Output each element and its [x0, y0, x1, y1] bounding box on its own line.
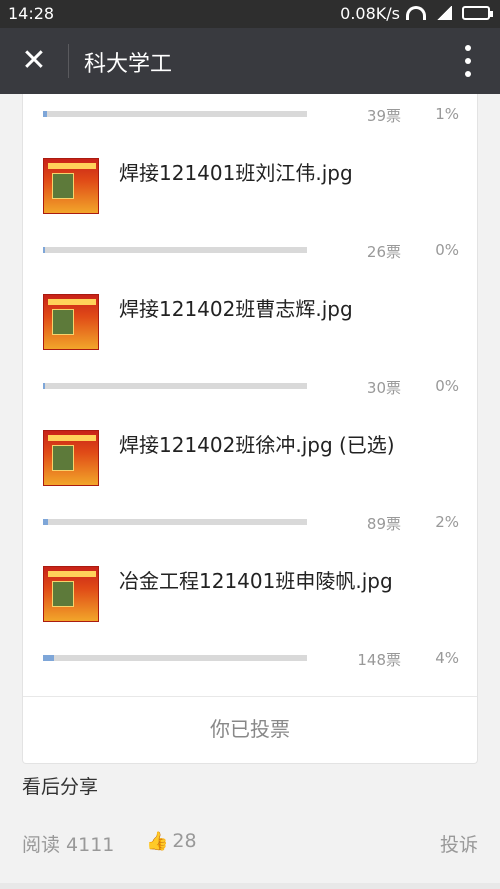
battery-icon: [462, 6, 493, 20]
read-count: 阅读 4111: [22, 834, 115, 856]
more-dot-icon: [465, 71, 471, 77]
more-dot-icon: [465, 58, 471, 64]
vote-bar-fill: [43, 519, 49, 525]
close-button[interactable]: ✕: [20, 46, 48, 76]
share-label: 看后分享: [22, 776, 99, 798]
like-count: 28: [172, 830, 197, 852]
more-dot-icon: [465, 45, 471, 51]
candidate-thumbnail[interactable]: [43, 294, 99, 350]
candidate-name: 焊接121401班刘江伟.jpg: [119, 161, 353, 185]
signal-icon: [436, 6, 452, 20]
candidate-name: 焊接121402班曹志辉.jpg: [119, 297, 353, 321]
vote-percent: 2%: [435, 513, 459, 531]
bottom-divider: [0, 883, 500, 889]
vote-percent: 4%: [435, 649, 459, 667]
report-link[interactable]: 投诉: [440, 830, 478, 857]
like-button[interactable]: 👍 28: [146, 830, 197, 852]
vote-bar: [43, 519, 307, 525]
candidate-thumbnail[interactable]: [43, 158, 99, 214]
status-icons: [406, 6, 493, 20]
vote-count: 39票: [366, 107, 401, 125]
vote-bar: [43, 383, 307, 389]
candidate-thumbnail[interactable]: [43, 566, 99, 622]
voted-status-button[interactable]: 你已投票: [23, 696, 477, 763]
vote-percent: 1%: [435, 105, 459, 123]
vote-percent: 0%: [435, 241, 459, 259]
vote-count: 89票: [366, 515, 401, 533]
article-footer: 阅读 4111 👍 28 投诉: [22, 830, 478, 860]
vote-bar-fill: [43, 111, 47, 117]
candidate-thumbnail[interactable]: [43, 430, 99, 486]
vote-bar-fill: [43, 655, 54, 661]
vote-count: 26票: [366, 243, 401, 261]
page-title: 科大学工: [84, 52, 173, 77]
vote-count: 148票: [357, 651, 401, 669]
top-navbar: ✕ 科大学工: [0, 28, 500, 94]
wifi-icon: [406, 6, 426, 20]
vote-bar-fill: [43, 383, 46, 389]
vote-bar: [43, 111, 307, 117]
navbar-divider: [68, 44, 69, 78]
vote-percent: 0%: [435, 377, 459, 395]
vote-bar: [43, 655, 307, 661]
candidate-name: 冶金工程121401班申陵帆.jpg: [119, 569, 393, 593]
vote-count: 30票: [366, 379, 401, 397]
vote-bar-fill: [43, 247, 46, 253]
thumbs-up-icon: 👍: [146, 830, 169, 852]
status-time: 14:28: [8, 4, 55, 23]
poll-card: 39票 1% 焊接121401班刘江伟.jpg 26票 0% 焊接121402班…: [22, 94, 478, 764]
network-speed: 0.08K/s: [340, 4, 400, 23]
more-menu-button[interactable]: [464, 45, 472, 77]
vote-bar: [43, 247, 307, 253]
candidate-name: 焊接121402班徐冲.jpg (已选): [119, 433, 395, 457]
status-bar: 14:28 0.08K/s: [0, 0, 500, 28]
